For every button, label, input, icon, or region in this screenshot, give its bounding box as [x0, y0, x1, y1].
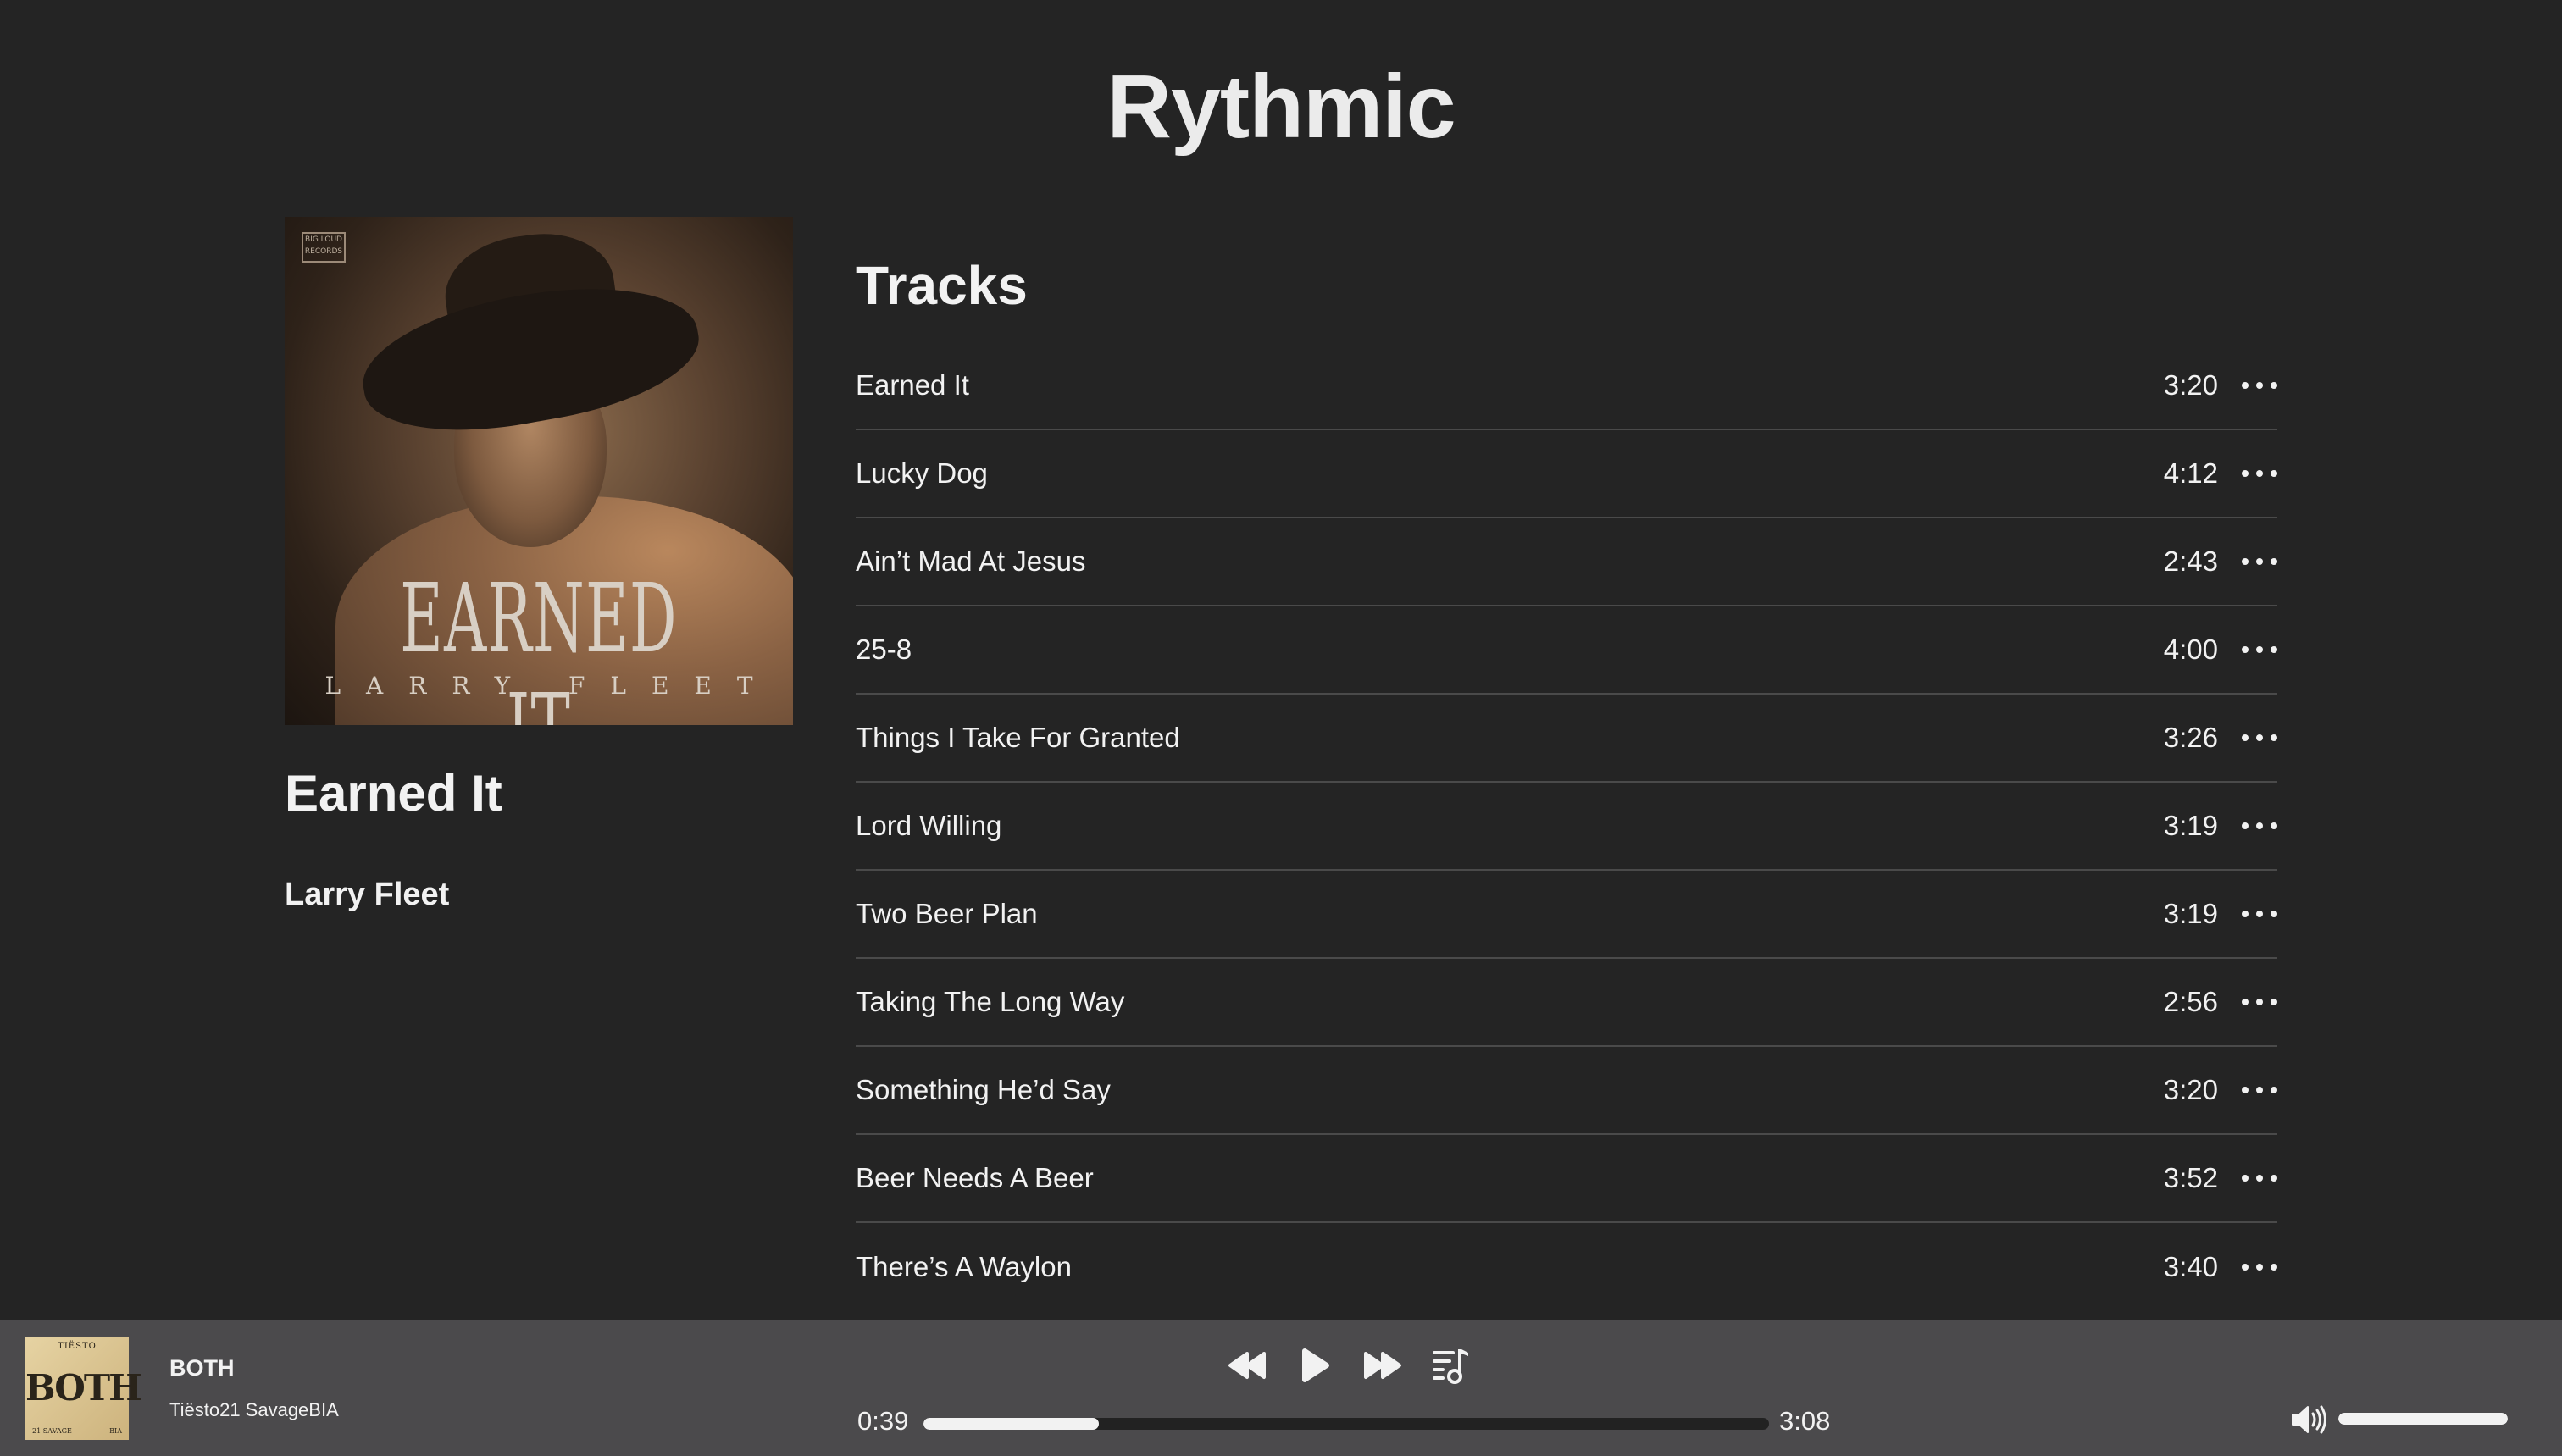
more-icon[interactable]: [2242, 373, 2277, 398]
now-playing-artist: Tiësto21 SavageBIA: [169, 1399, 339, 1420]
total-time: 3:08: [1779, 1406, 1831, 1436]
tracks-section: Tracks Earned It 3:20 Lucky Dog 4:12 Ain’t M…: [856, 254, 2277, 1311]
track-duration: 2:56: [2163, 986, 2218, 1017]
volume-fill: [2338, 1413, 2508, 1425]
more-icon[interactable]: [2242, 461, 2277, 486]
album-cover: BIG LOUD RECORDS EARNED IT LARRY FLEET: [285, 217, 793, 725]
more-icon[interactable]: [2242, 549, 2277, 574]
track-name: Taking The Long Way: [856, 986, 1125, 1017]
track-name: Lord Willing: [856, 810, 1002, 841]
track-duration: 3:40: [2163, 1251, 2218, 1282]
more-icon[interactable]: [2242, 725, 2277, 750]
volume-icon: [2292, 1405, 2326, 1434]
track-row[interactable]: Two Beer Plan 3:19: [856, 871, 2277, 959]
now-playing-title: BOTH: [169, 1355, 235, 1381]
now-playing-art[interactable]: TIËSTO BOTH 21 SAVAGE BIA: [25, 1337, 142, 1440]
track-duration: 3:20: [2163, 1074, 2218, 1105]
queue-icon: [1433, 1349, 1468, 1384]
track-row[interactable]: Ain’t Mad At Jesus 2:43: [856, 518, 2277, 606]
track-row[interactable]: Something He’d Say 3:20: [856, 1047, 2277, 1135]
volume-button[interactable]: [2289, 1403, 2330, 1437]
track-name: Things I Take For Granted: [856, 722, 1180, 753]
play-icon: [1302, 1348, 1329, 1382]
track-duration: 4:12: [2163, 457, 2218, 489]
track-row[interactable]: 25-8 4:00: [856, 606, 2277, 695]
cover-artist: LARRY FLEET: [324, 672, 779, 700]
more-icon[interactable]: [2242, 989, 2277, 1015]
current-time: 0:39: [857, 1406, 909, 1436]
track-list: Earned It 3:20 Lucky Dog 4:12 Ain’t Mad At J…: [856, 342, 2277, 1311]
player-bar: TIËSTO BOTH 21 SAVAGE BIA BOTH Tiësto21 …: [0, 1320, 2562, 1456]
more-icon[interactable]: [2242, 1077, 2277, 1103]
progress-bar[interactable]: [923, 1418, 1769, 1430]
track-duration: 4:00: [2163, 634, 2218, 665]
more-icon[interactable]: [2242, 901, 2277, 927]
track-name: Earned It: [856, 369, 969, 401]
more-icon[interactable]: [2242, 813, 2277, 839]
track-name: 25-8: [856, 634, 912, 665]
playback-controls: [1222, 1342, 1493, 1389]
track-duration: 3:19: [2163, 810, 2218, 841]
rewind-icon: [1228, 1352, 1266, 1379]
cover-title: EARNED IT: [400, 564, 678, 725]
album-title: Earned It: [285, 765, 502, 822]
queue-button[interactable]: [1425, 1342, 1476, 1389]
track-name: Ain’t Mad At Jesus: [856, 545, 1086, 577]
track-duration: 2:43: [2163, 545, 2218, 577]
fast-forward-button[interactable]: [1357, 1342, 1408, 1389]
track-row[interactable]: Beer Needs A Beer 3:52: [856, 1135, 2277, 1223]
track-duration: 3:52: [2163, 1162, 2218, 1193]
album-artist[interactable]: Larry Fleet: [285, 877, 795, 913]
track-row[interactable]: Lucky Dog 4:12: [856, 430, 2277, 518]
record-label-logo: BIG LOUD RECORDS: [302, 232, 346, 263]
more-icon[interactable]: [2242, 1254, 2277, 1280]
more-icon[interactable]: [2242, 1165, 2277, 1191]
track-name: Beer Needs A Beer: [856, 1162, 1094, 1193]
track-duration: 3:20: [2163, 369, 2218, 401]
volume-slider[interactable]: [2338, 1413, 2508, 1425]
track-row[interactable]: Things I Take For Granted 3:26: [856, 695, 2277, 783]
play-button[interactable]: [1289, 1342, 1340, 1389]
track-duration: 3:19: [2163, 898, 2218, 929]
track-row[interactable]: Taking The Long Way 2:56: [856, 959, 2277, 1047]
more-icon[interactable]: [2242, 637, 2277, 662]
app-window: Rythmic BIG LOUD RECORDS EARNED IT LARRY…: [0, 0, 2562, 1456]
track-row[interactable]: Lord Willing 3:19: [856, 783, 2277, 871]
progress-fill: [923, 1418, 1099, 1430]
track-name: Lucky Dog: [856, 457, 988, 489]
track-row[interactable]: There’s A Waylon 3:40: [856, 1223, 2277, 1311]
track-name: Something He’d Say: [856, 1074, 1111, 1105]
track-name: Two Beer Plan: [856, 898, 1038, 929]
track-name: There’s A Waylon: [856, 1251, 1072, 1282]
album-panel: BIG LOUD RECORDS EARNED IT LARRY FLEET E…: [285, 217, 795, 913]
track-duration: 3:26: [2163, 722, 2218, 753]
track-row[interactable]: Earned It 3:20: [856, 342, 2277, 430]
app-title: Rythmic: [1106, 57, 1456, 157]
fast-forward-icon: [1364, 1352, 1401, 1379]
tracks-heading: Tracks: [856, 255, 1028, 316]
rewind-button[interactable]: [1222, 1342, 1273, 1389]
